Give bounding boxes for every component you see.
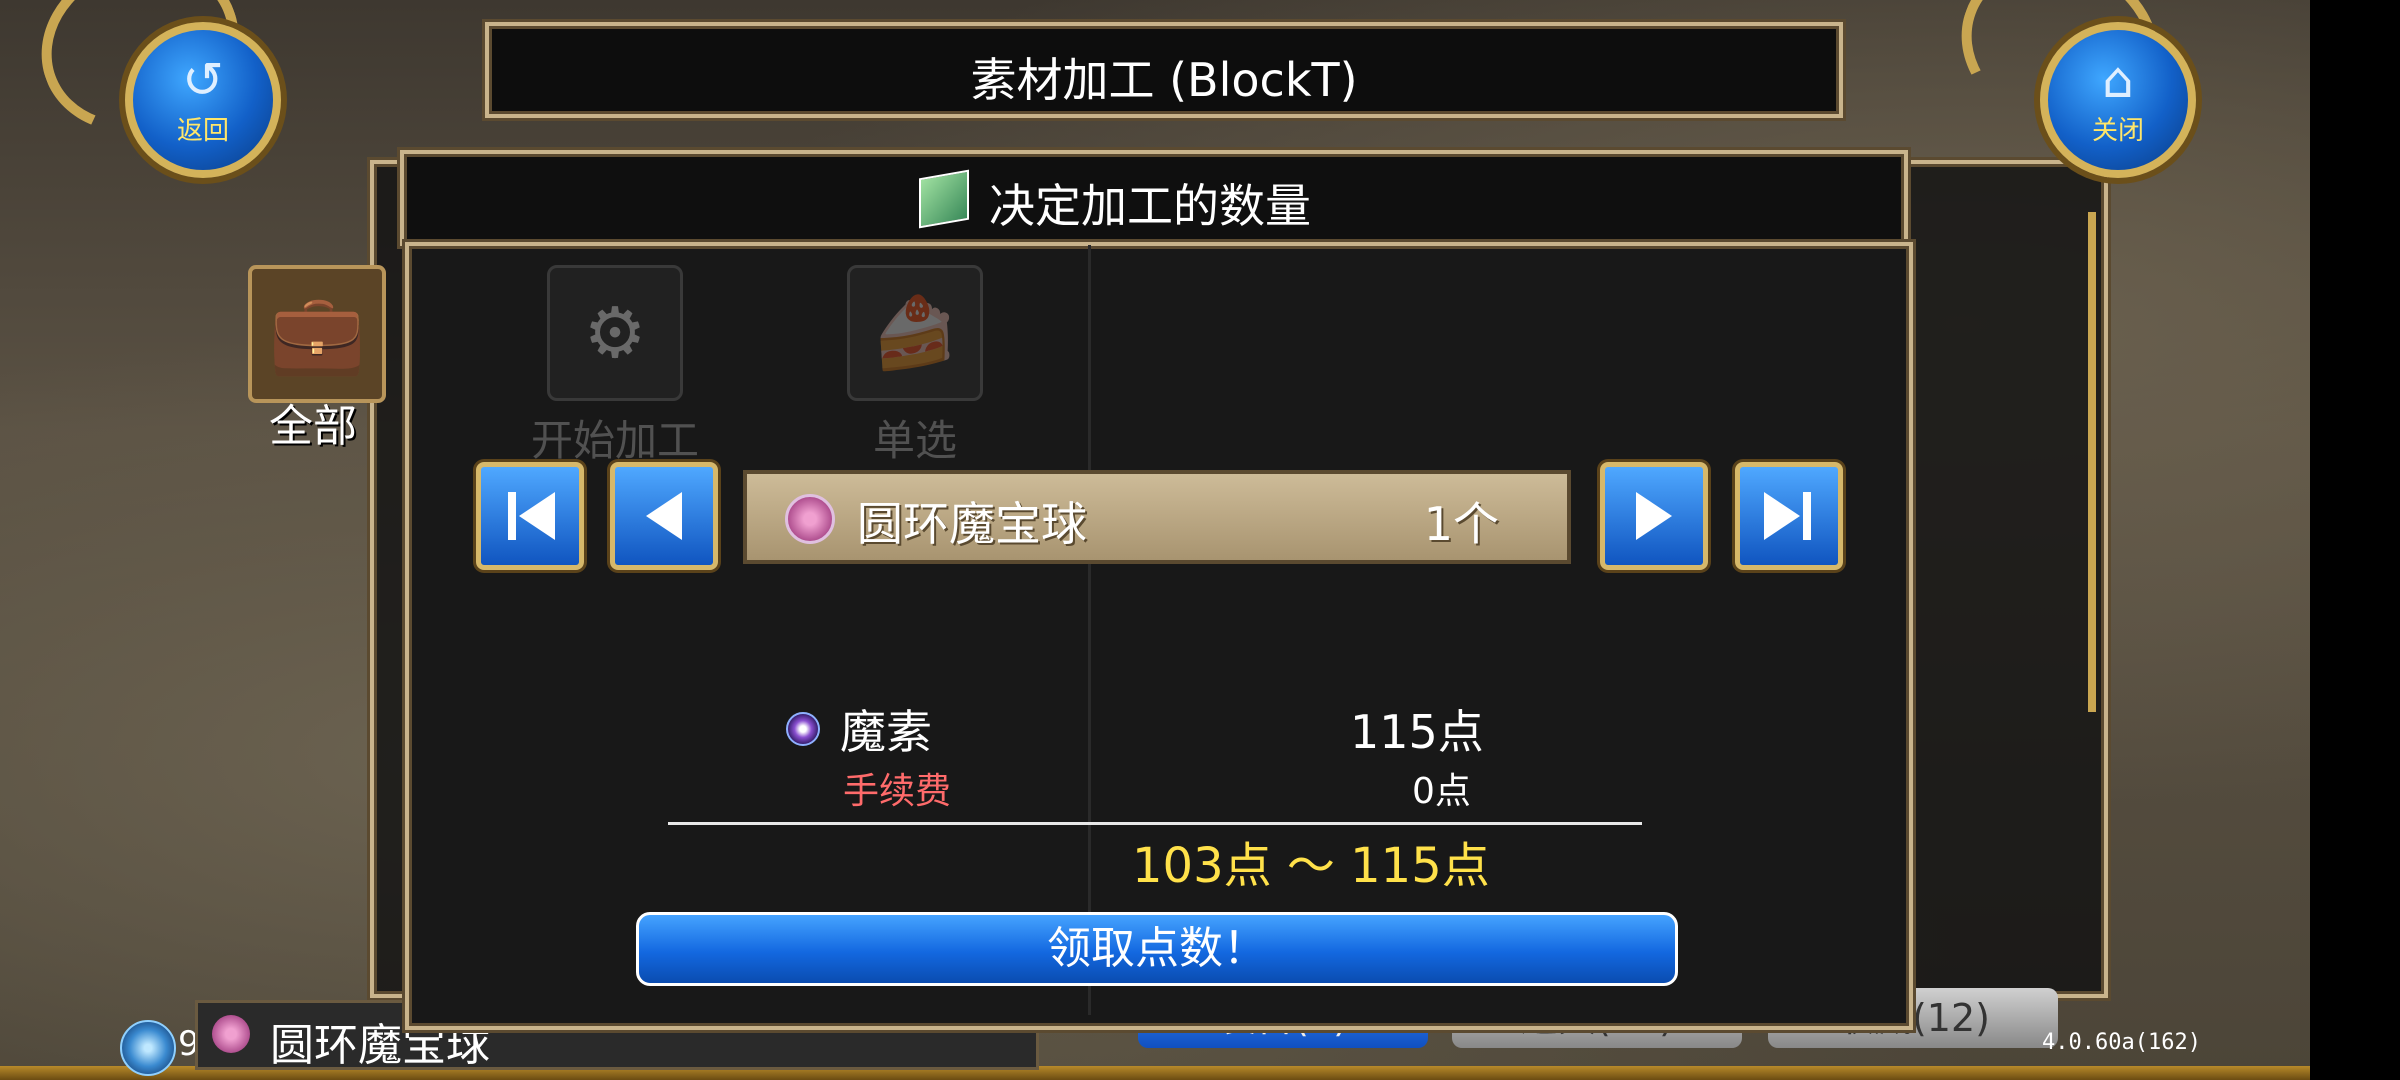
back-button[interactable]: ↺ 返回 [125,22,281,178]
process-icon [919,169,969,229]
start-processing-label: 开始加工 [530,416,699,465]
selected-item-box: 圆环魔宝球 1个 [743,470,1571,564]
panel-scrollbar[interactable] [2088,212,2096,712]
last-bar-icon [1803,492,1811,540]
sum-divider [668,822,1642,825]
category-all-button[interactable]: 💼 [248,265,386,403]
dialog-header: 决定加工的数量 [400,150,1908,246]
skip-back-icon [519,492,555,540]
bag-icon: 💼 [268,289,366,379]
ring-orb-icon [212,1015,250,1053]
claim-points-button[interactable]: 领取点数！ [636,912,1678,986]
orb-icon [120,1020,176,1076]
prev-icon [646,492,682,540]
panel-divider [1088,245,1091,1015]
back-label: 返回 [176,116,229,146]
skip-forward-icon [1764,492,1800,540]
return-icon: ↺ [182,51,224,109]
cake-icon: 🍰 [847,265,983,401]
home-icon: ⌂ [2102,51,2134,109]
close-label: 关闭 [2091,116,2144,146]
first-bar-icon [508,492,516,540]
prev-button[interactable] [610,462,718,570]
process-icon-faded: ⚙ [547,265,683,401]
item-name: 圆环魔宝球 [857,497,1087,551]
item-count: 1个 [1423,497,1499,551]
dialog-title: 决定加工的数量 [989,179,1311,233]
close-button[interactable]: ⌂ 关闭 [2040,22,2196,178]
first-button[interactable] [476,462,584,570]
single-select-button: 🍰 单选 [825,265,1005,468]
category-all-label: 全部 [269,401,357,452]
last-button[interactable] [1735,462,1843,570]
point-type-label: 魔素 [840,705,932,759]
fee-value: 0点 [1412,771,1471,812]
version-label: 4.0.60a(162) [2042,1030,2201,1055]
magic-element-icon [786,712,820,746]
point-type-value: 115点 [1350,705,1484,759]
next-button[interactable] [1600,462,1708,570]
fee-label: 手续费 [843,771,952,812]
start-processing-button: ⚙ 开始加工 [520,265,710,468]
screen-edge [2310,0,2400,1080]
points-range: 103点 ～ 115点 [1132,838,1490,894]
title-bar: 素材加工 (BlockT) [485,22,1843,118]
next-icon [1636,492,1672,540]
page-title: 素材加工 (BlockT) [970,53,1358,107]
ring-orb-icon [785,494,835,544]
single-select-label: 单选 [872,416,957,465]
